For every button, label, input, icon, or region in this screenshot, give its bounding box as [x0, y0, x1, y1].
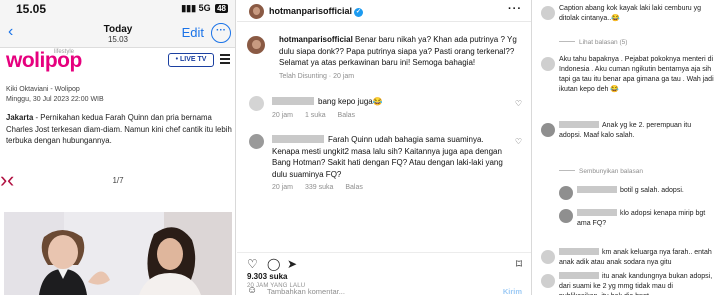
wolipop-logo[interactable]: wolipop lifestyle	[6, 49, 82, 73]
byline: Kiki Oktaviani - Wolipop Minggu, 30 Jul …	[6, 85, 104, 105]
instagram-post-panel: hotmanparisofficial ✓ ··· hotmanparisoffi…	[237, 0, 532, 295]
redacted-username	[559, 272, 599, 279]
hide-replies-toggle[interactable]: Sembunyikan balasan	[559, 168, 643, 175]
redacted-username	[272, 97, 314, 105]
reply-button[interactable]: Balas	[338, 112, 356, 119]
comment-time: 20 jam	[272, 184, 294, 191]
commenter-avatar[interactable]	[559, 186, 573, 200]
add-comment-input[interactable]: Tambahkan komentar...	[267, 287, 345, 295]
live-tv-button[interactable]: • LIVE TV	[168, 53, 214, 67]
post-username[interactable]: hotmanparisofficial ✓	[269, 6, 364, 17]
more-options-icon[interactable]: ···	[211, 23, 231, 43]
dateline: Jakarta	[6, 113, 34, 122]
comment-bubble-icon[interactable]: ◯	[267, 257, 280, 271]
commenter-avatar[interactable]	[249, 134, 264, 149]
top-nav: ‹ Today 15.03 Edit ···	[0, 18, 235, 48]
edit-button[interactable]: Edit	[182, 25, 204, 40]
emoji-icon[interactable]: ☺	[247, 285, 257, 295]
like-heart-icon[interactable]: ♡	[247, 257, 258, 271]
like-comment-heart-icon[interactable]: ♡	[515, 137, 522, 146]
reply-text: Aku tahu bapaknya . Pejabat pokoknya men…	[559, 56, 714, 93]
redacted-username	[577, 209, 617, 216]
network-label: 5G	[198, 3, 211, 13]
add-comment-bar: ☺ Tambahkan komentar... Kirim	[237, 285, 531, 295]
author-name: Kiki Oktaviani - Wolipop	[6, 86, 80, 93]
article-panel: 15.05 ▮▮▮ 5G 48 ‹ Today 15.03 Edit ··· w…	[0, 0, 236, 295]
reply-button[interactable]: Balas	[345, 184, 363, 191]
article-photo[interactable]	[4, 212, 232, 295]
caption-avatar[interactable]	[247, 36, 265, 54]
redacted-username	[272, 135, 324, 143]
verified-badge-icon: ✓	[354, 8, 364, 17]
reply-text: Caption abang kok kayak laki laki cembur…	[559, 5, 702, 22]
comment-likes[interactable]: 1 suka	[305, 112, 326, 119]
commenter-avatar[interactable]	[559, 209, 573, 223]
screenshot-collage: 15.05 ▮▮▮ 5G 48 ‹ Today 15.03 Edit ··· w…	[0, 0, 720, 295]
article-body: Jakarta - Pernikahan kedua Farah Quinn d…	[6, 112, 232, 147]
comment-text: bang kepo juga😂	[318, 97, 383, 106]
like-comment-heart-icon[interactable]: ♡	[515, 99, 522, 108]
commenter-avatar[interactable]	[541, 123, 555, 137]
comment-meta: 20 jam 1 suka Balas	[272, 110, 504, 122]
redacted-username	[577, 186, 617, 193]
see-replies-toggle[interactable]: Lihat balasan (5)	[559, 39, 627, 46]
redacted-username	[559, 248, 599, 255]
caption-meta: Telah Disunting · 20 jam	[279, 72, 355, 80]
profile-avatar[interactable]	[249, 4, 264, 19]
post-caption: hotmanparisofficial Benar baru nikah ya?…	[279, 34, 525, 82]
post-comment-button[interactable]: Kirim	[503, 287, 522, 295]
comment-meta: 20 jam 339 suka Balas	[272, 182, 504, 194]
menu-icon[interactable]	[220, 54, 230, 66]
comment-body: bang kepo juga😂 20 jam 1 suka Balas	[272, 96, 504, 121]
commenter-avatar[interactable]	[249, 96, 264, 111]
status-indicators: ▮▮▮ 5G 48	[181, 3, 228, 14]
comment-body: Farah Quinn udah bahagia sama suaminya. …	[272, 134, 504, 194]
logo-tagline: lifestyle	[54, 49, 75, 55]
commenter-avatar[interactable]	[541, 57, 555, 71]
post-action-bar: ♡ ◯ ➤ ⌑	[237, 252, 531, 271]
save-bookmark-icon[interactable]: ⌑	[516, 257, 522, 271]
photo-slider-controls: ‹ 1/7 ›	[0, 168, 235, 194]
caption-username[interactable]: hotmanparisofficial	[279, 35, 353, 44]
signal-icon: ▮▮▮	[181, 3, 197, 13]
article-paragraph: - Pernikahan kedua Farah Quinn dan pria …	[6, 113, 232, 145]
comment-time: 20 jam	[272, 111, 294, 119]
battery-icon: 48	[215, 4, 228, 13]
reply-text: botil g salah. adopsi.	[620, 187, 684, 194]
share-send-icon[interactable]: ➤	[287, 257, 297, 271]
post-header: hotmanparisofficial ✓ ···	[237, 0, 531, 22]
more-options-icon[interactable]: ···	[508, 3, 522, 15]
comment-likes[interactable]: 339 suka	[305, 184, 333, 191]
like-count[interactable]: 9.303 suka	[247, 272, 287, 281]
article-title-cutoff	[6, 74, 230, 82]
site-header: wolipop lifestyle • LIVE TV	[0, 48, 235, 74]
status-bar: 15.05 ▮▮▮ 5G 48	[0, 0, 235, 18]
status-time: 15.05	[16, 2, 47, 16]
publish-date: Minggu, 30 Jul 2023 22:00 WIB	[6, 96, 104, 103]
commenter-avatar[interactable]	[541, 274, 555, 288]
redacted-username	[559, 121, 599, 128]
commenter-avatar[interactable]	[541, 250, 555, 264]
couple-photo-illustration	[4, 212, 232, 295]
next-arrow-icon[interactable]: ›	[0, 168, 187, 192]
commenter-avatar[interactable]	[541, 6, 555, 20]
comment-replies-panel: Caption abang kok kayak laki laki cembur…	[533, 0, 720, 295]
